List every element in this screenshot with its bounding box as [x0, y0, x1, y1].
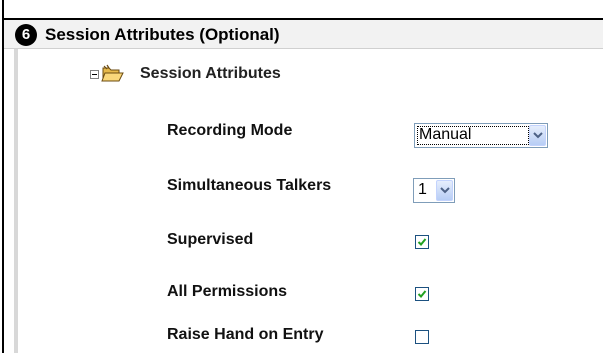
step-number-badge: 6	[15, 24, 37, 46]
left-border	[2, 0, 4, 353]
recording-mode-label: Recording Mode	[167, 122, 293, 139]
section-title: Session Attributes (Optional)	[45, 25, 280, 44]
recording-mode-value: Manual	[419, 126, 472, 143]
collapse-toggle-icon[interactable]	[90, 69, 99, 79]
dropdown-button[interactable]	[529, 125, 546, 146]
chevron-down-icon	[440, 187, 450, 194]
recording-mode-select[interactable]: Manual	[414, 123, 548, 148]
simultaneous-talkers-label: Simultaneous Talkers	[167, 177, 332, 194]
chevron-down-icon	[533, 132, 543, 139]
raise-hand-checkbox[interactable]	[415, 330, 429, 344]
all-permissions-checkbox[interactable]	[415, 287, 429, 301]
simultaneous-talkers-value: 1	[418, 181, 427, 198]
all-permissions-label: All Permissions	[167, 283, 288, 300]
checkmark-icon	[417, 238, 427, 246]
supervised-checkbox[interactable]	[415, 235, 429, 249]
simultaneous-talkers-select[interactable]: 1	[413, 178, 455, 203]
tree-node-session-attributes: Session Attributes	[90, 63, 281, 85]
section-header: 6 Session Attributes (Optional)	[4, 18, 603, 49]
section-indent-line	[14, 49, 18, 353]
raise-hand-label: Raise Hand on Entry	[167, 326, 324, 343]
dropdown-button[interactable]	[436, 180, 453, 201]
checkmark-icon	[417, 290, 427, 298]
tree-node-label: Session Attributes	[140, 65, 281, 82]
open-folder-icon	[101, 64, 124, 82]
supervised-label: Supervised	[167, 231, 254, 248]
